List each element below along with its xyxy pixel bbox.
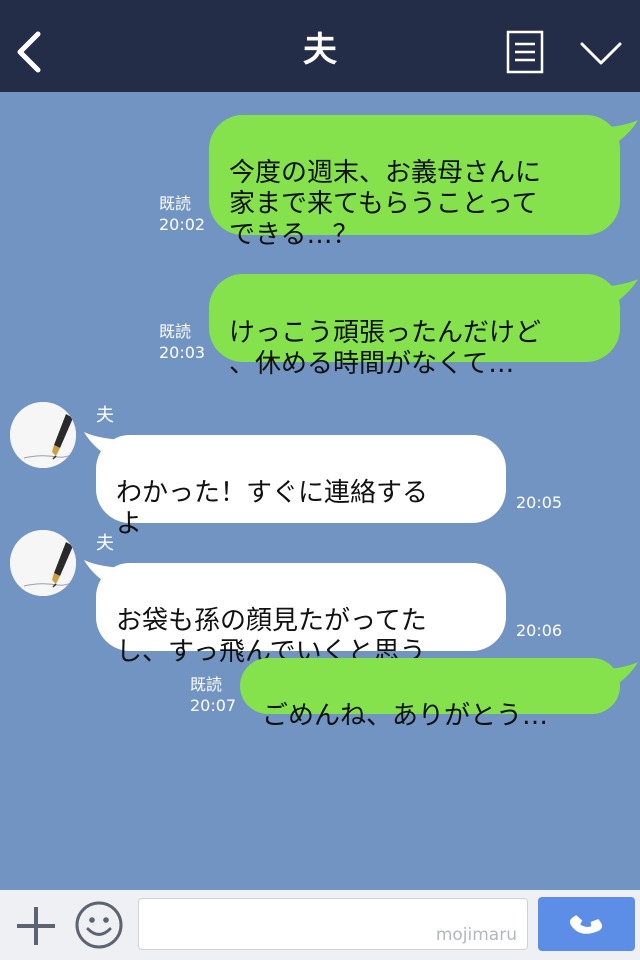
sender-name: 夫 xyxy=(96,533,114,554)
message-input[interactable]: mojimaru xyxy=(138,898,528,950)
bubble-tail xyxy=(600,120,638,146)
phone-icon xyxy=(569,915,603,934)
message-time: 20:03 xyxy=(159,343,206,362)
message-time: 20:05 xyxy=(516,493,563,512)
message-text: わかった！すぐに連絡する よ xyxy=(116,478,429,539)
message-bubble-outgoing[interactable]: けっこう頑張ったんだけど 、休める時間がなくて… xyxy=(209,274,620,379)
message-text: ごめんね、ありがとう… xyxy=(262,701,549,731)
read-receipt: 既読 xyxy=(190,675,223,694)
read-receipt: 既読 xyxy=(159,322,192,341)
message-bubble-incoming[interactable]: お袋も孫の顔見たがってた し、すっ飛んでいくと思う xyxy=(96,563,506,667)
menu-button[interactable] xyxy=(578,36,624,70)
message-time: 20:07 xyxy=(190,696,237,715)
message-meta: 既読 20:02 xyxy=(159,193,205,235)
message-bubble-outgoing[interactable]: 今度の週末、お義母さんに 家まで来てもらうことって できる…？ xyxy=(209,115,620,250)
message-meta: 既読 20:03 xyxy=(159,321,205,363)
avatar[interactable] xyxy=(10,530,76,596)
message-text: けっこう頑張ったんだけど 、休める時間がなくて… xyxy=(229,318,542,379)
bubble-tail xyxy=(600,279,638,305)
notes-icon xyxy=(506,30,544,74)
notes-button[interactable] xyxy=(506,30,544,74)
message-bubble-outgoing[interactable]: ごめんね、ありがとう… xyxy=(240,658,620,731)
call-button[interactable] xyxy=(538,897,635,951)
message-time: 20:06 xyxy=(516,621,563,640)
message-meta: 既読 20:07 xyxy=(190,674,236,716)
emoji-button[interactable] xyxy=(74,900,124,950)
fountain-pen-icon xyxy=(10,402,76,468)
chevron-down-icon xyxy=(580,42,622,65)
message-time: 20:02 xyxy=(159,215,206,234)
message-bubble-incoming[interactable]: わかった！すぐに連絡する よ xyxy=(96,435,506,539)
plus-icon xyxy=(17,907,55,945)
message-text: 今度の週末、お義母さんに 家まで来てもらうことって できる…？ xyxy=(229,158,542,250)
read-receipt: 既読 xyxy=(159,194,192,213)
avatar[interactable] xyxy=(10,402,76,468)
add-button[interactable] xyxy=(14,904,58,948)
bubble-tail xyxy=(600,662,638,688)
watermark: mojimaru xyxy=(435,925,517,945)
fountain-pen-icon xyxy=(10,530,76,596)
chat-title: 夫 xyxy=(303,30,337,70)
sender-name: 夫 xyxy=(96,405,114,426)
smiley-icon xyxy=(75,901,123,949)
